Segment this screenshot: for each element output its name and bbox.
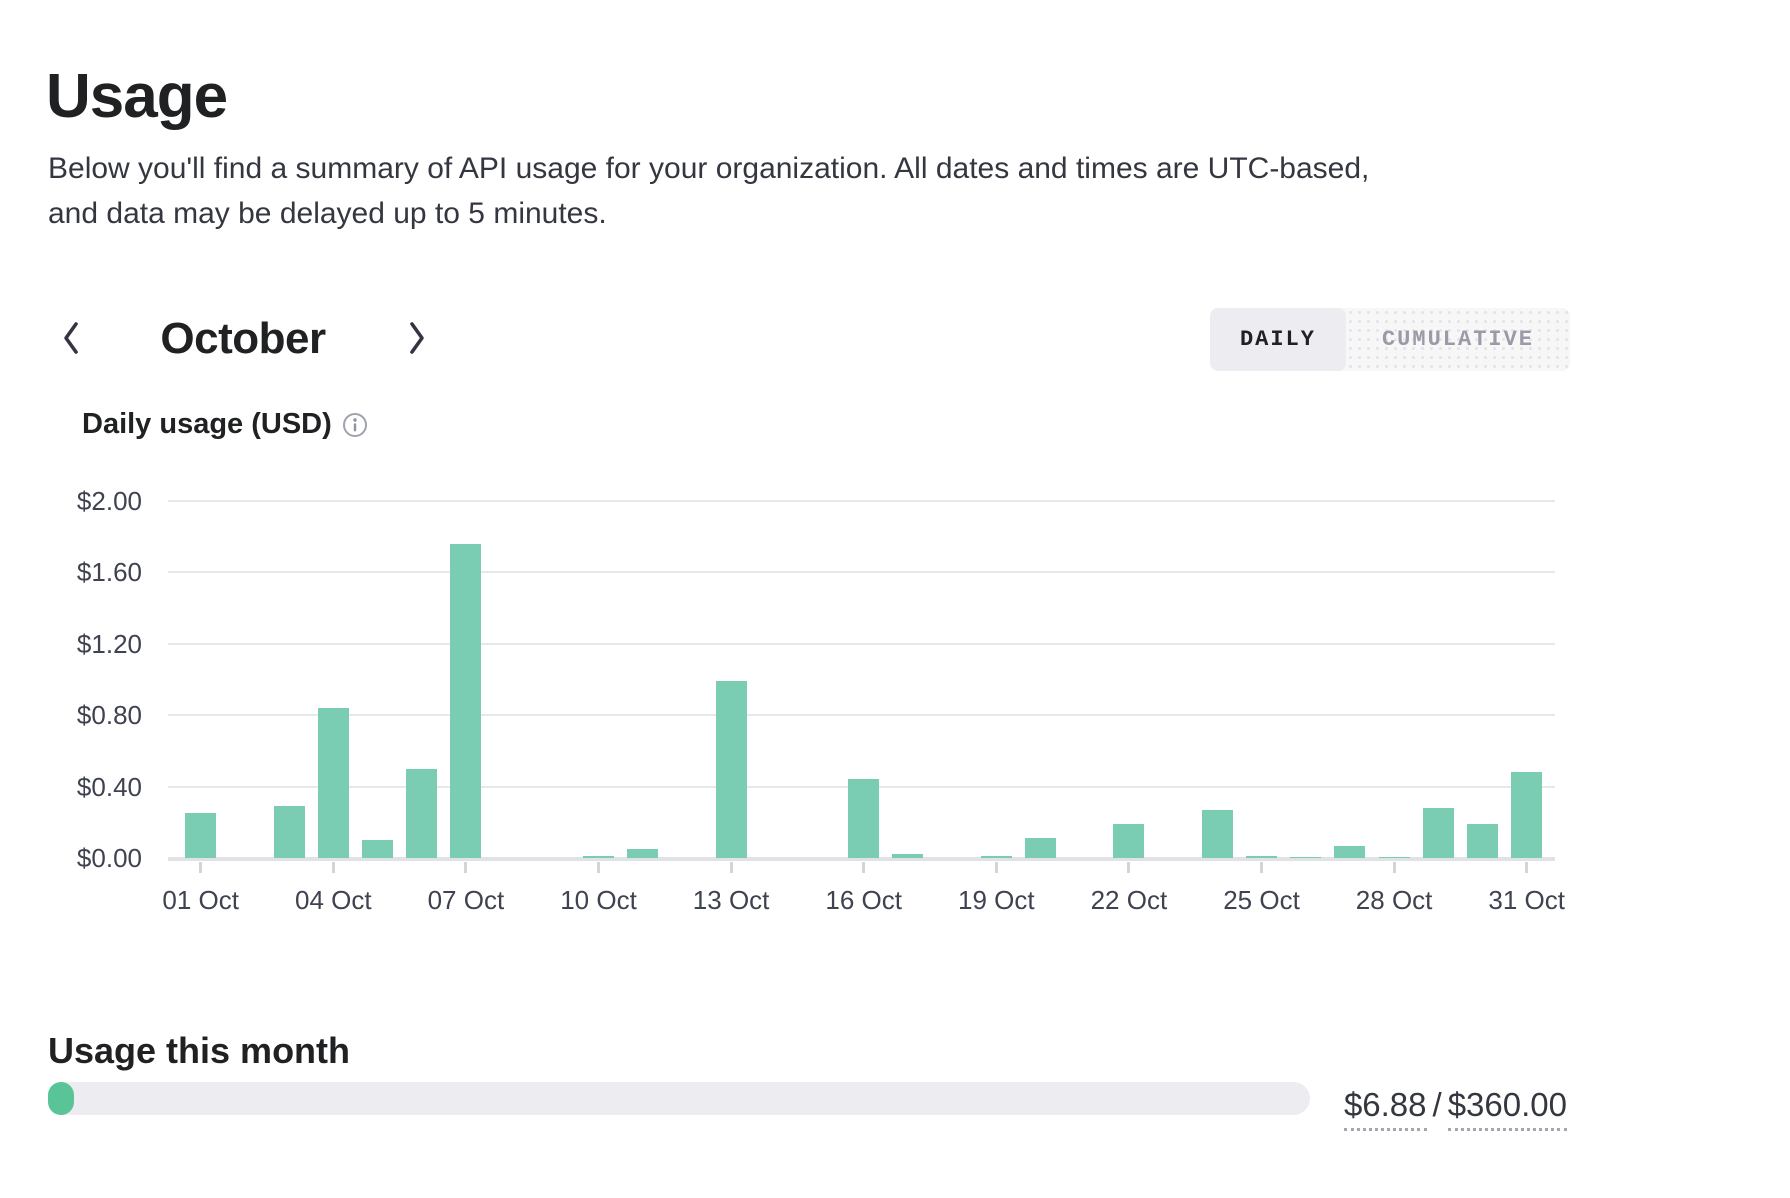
x-axis-tick-mark xyxy=(464,862,467,873)
bar-19-oct xyxy=(981,856,1012,858)
usage-amount-separator: / xyxy=(1427,1086,1448,1123)
bar-10-oct xyxy=(583,856,614,858)
x-axis-tick-label: 16 Oct xyxy=(799,884,929,916)
bar-03-oct xyxy=(274,806,305,858)
chevron-right-icon xyxy=(405,320,429,359)
view-toggle: DAILY CUMULATIVE xyxy=(1210,308,1570,371)
usage-progress-bar xyxy=(48,1082,1310,1115)
x-axis-tick-mark xyxy=(199,862,202,873)
bar-11-oct xyxy=(627,849,658,858)
y-axis-tick-label: $0.00 xyxy=(52,842,142,874)
x-axis-tick-label: 04 Oct xyxy=(268,884,398,916)
x-axis-tick-mark xyxy=(730,862,733,873)
bar-29-oct xyxy=(1423,808,1454,858)
x-axis-tick-mark xyxy=(995,862,998,873)
bar-16-oct xyxy=(848,779,879,858)
tab-cumulative[interactable]: CUMULATIVE xyxy=(1346,308,1570,371)
bar-05-oct xyxy=(362,840,393,858)
bar-30-oct xyxy=(1467,824,1498,858)
page-description: Below you'll find a summary of API usage… xyxy=(48,146,1369,236)
y-axis-tick-label: $2.00 xyxy=(52,485,142,517)
chart-title: Daily usage (USD) xyxy=(82,408,332,441)
y-axis-tick-label: $0.40 xyxy=(52,771,142,803)
bar-07-oct xyxy=(450,544,481,858)
x-axis-tick-mark xyxy=(1525,862,1528,873)
bar-04-oct xyxy=(318,708,349,858)
bar-31-oct xyxy=(1511,772,1542,858)
x-axis-tick-mark xyxy=(1393,862,1396,873)
gridline xyxy=(168,643,1555,645)
bar-28-oct xyxy=(1379,857,1410,859)
bar-06-oct xyxy=(406,769,437,858)
bar-22-oct xyxy=(1113,824,1144,858)
tab-daily[interactable]: DAILY xyxy=(1210,308,1346,371)
bar-13-oct xyxy=(716,681,747,858)
x-axis-tick-label: 19 Oct xyxy=(931,884,1061,916)
bar-17-oct xyxy=(892,854,923,858)
gridline xyxy=(168,500,1555,502)
daily-usage-bar-chart xyxy=(168,501,1555,858)
x-axis-tick-label: 25 Oct xyxy=(1197,884,1327,916)
x-axis-tick-mark xyxy=(1260,862,1263,873)
bar-27-oct xyxy=(1334,846,1365,858)
bar-25-oct xyxy=(1246,856,1277,858)
next-month-button[interactable] xyxy=(394,310,440,368)
x-axis-tick-label: 07 Oct xyxy=(401,884,531,916)
y-axis-tick-label: $0.80 xyxy=(52,699,142,731)
previous-month-button[interactable] xyxy=(48,310,94,368)
x-axis-tick-label: 01 Oct xyxy=(136,884,266,916)
y-axis-tick-label: $1.20 xyxy=(52,628,142,660)
x-axis-tick-label: 28 Oct xyxy=(1329,884,1459,916)
usage-progress-fill xyxy=(48,1082,74,1115)
gridline xyxy=(168,714,1555,716)
usage-this-month-heading: Usage this month xyxy=(48,1030,350,1072)
x-axis-tick-mark xyxy=(332,862,335,873)
current-month-label: October xyxy=(130,310,356,368)
usage-amounts: $6.88/$360.00 xyxy=(1344,1086,1567,1124)
bar-20-oct xyxy=(1025,838,1056,858)
x-axis-tick-mark xyxy=(1127,862,1130,873)
usage-limit-amount[interactable]: $360.00 xyxy=(1448,1086,1567,1131)
usage-used-amount[interactable]: $6.88 xyxy=(1344,1086,1427,1131)
x-axis-tick-mark xyxy=(862,862,865,873)
page-title: Usage xyxy=(46,62,227,132)
x-axis-tick-label: 22 Oct xyxy=(1064,884,1194,916)
gridline xyxy=(168,571,1555,573)
x-axis-tick-mark xyxy=(597,862,600,873)
x-axis-tick-label: 10 Oct xyxy=(534,884,664,916)
page-description-line2: and data may be delayed up to 5 minutes. xyxy=(48,191,1369,236)
page-description-line1: Below you'll find a summary of API usage… xyxy=(48,146,1369,191)
bar-01-oct xyxy=(185,813,216,858)
info-icon[interactable] xyxy=(341,411,369,444)
bar-26-oct xyxy=(1290,857,1321,859)
chevron-left-icon xyxy=(59,320,83,359)
x-axis-tick-label: 13 Oct xyxy=(666,884,796,916)
bar-24-oct xyxy=(1202,810,1233,858)
y-axis-tick-label: $1.60 xyxy=(52,556,142,588)
x-axis-tick-label: 31 Oct xyxy=(1462,884,1592,916)
